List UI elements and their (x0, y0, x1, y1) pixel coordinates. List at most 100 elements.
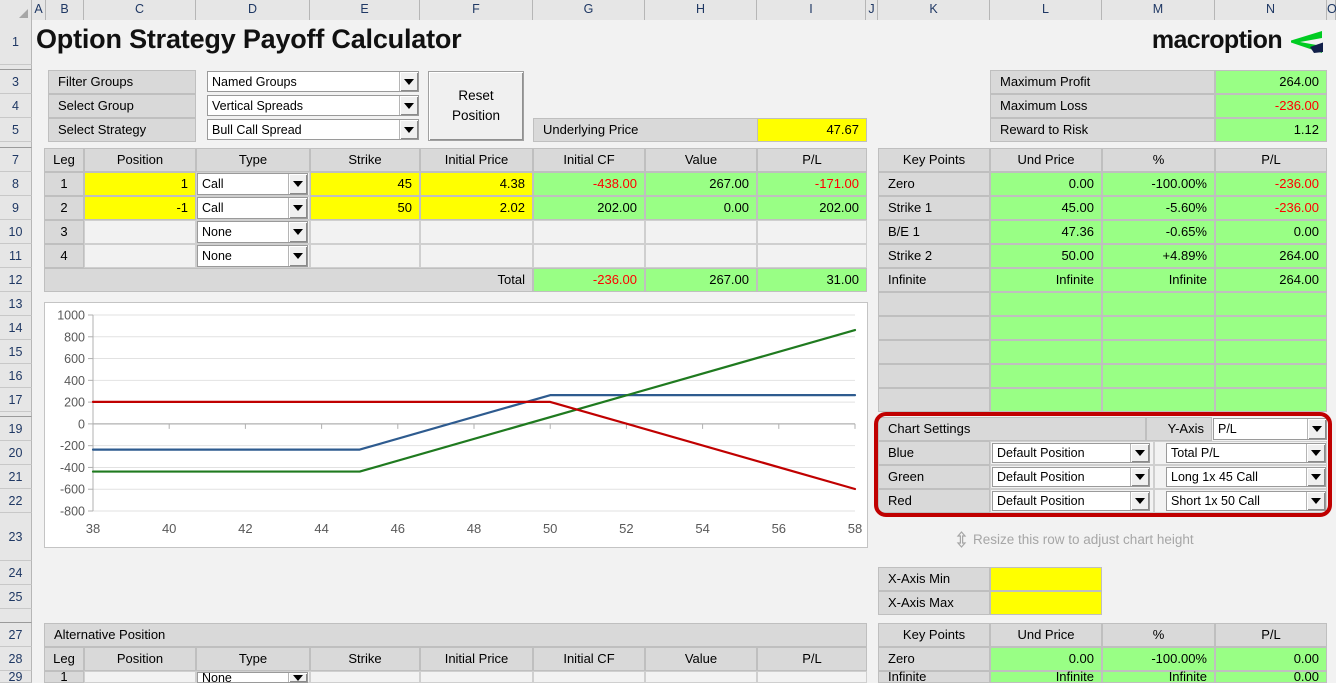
column-header-m[interactable]: M (1102, 0, 1215, 20)
series-position-dropdown-1[interactable]: Default Position (992, 467, 1150, 487)
column-header-n[interactable]: N (1215, 0, 1327, 20)
row-header-label: 4 (12, 99, 19, 113)
position-type-dropdown-0[interactable]: Call (197, 173, 308, 195)
payoff-chart-svg: -800 -600 -400 -200 0 200 400 600 800 1000 38 40 42 4… (57, 309, 862, 537)
filter-groups-label: Filter Groups (48, 70, 196, 94)
row-header-8[interactable]: 8 (0, 172, 32, 196)
row-header-20[interactable]: 20 (0, 441, 32, 465)
row-header-25[interactable]: 25 (0, 585, 32, 609)
alt-position-strike-0[interactable] (310, 671, 420, 683)
column-header-l[interactable]: L (990, 0, 1102, 20)
select-all-corner[interactable] (0, 0, 32, 20)
series-item-dropdown-1[interactable]: Long 1x 45 Call (1166, 467, 1326, 487)
column-header-i[interactable]: I (757, 0, 866, 20)
select-group-chevron-down-icon[interactable] (399, 96, 418, 115)
position-strike-2[interactable] (310, 220, 420, 244)
select-strategy-chevron-down-icon[interactable] (399, 120, 418, 139)
position-strike-0[interactable]: 45 (310, 172, 420, 196)
series-item-value-2: Short 1x 50 Call (1171, 494, 1260, 508)
row-header-7[interactable]: 7 (0, 148, 32, 172)
position-position-3[interactable] (84, 244, 196, 268)
row-header-1[interactable]: 1 (0, 20, 32, 65)
row-header-28[interactable]: 28 (0, 647, 32, 671)
alt-position-initial-price-0[interactable] (420, 671, 533, 683)
select-group-dropdown[interactable]: Vertical Spreads (207, 95, 419, 116)
key-points-bottom-r1-c0: Infinite (878, 669, 990, 684)
position-initial-price-0[interactable]: 4.38 (420, 172, 533, 196)
underlying-price-input[interactable]: 47.67 (757, 118, 867, 142)
series-item-chevron-down-icon-2[interactable] (1306, 492, 1325, 510)
position-position-1[interactable]: -1 (84, 196, 196, 220)
row-header-14[interactable]: 14 (0, 316, 32, 340)
column-header-c[interactable]: C (84, 0, 196, 20)
x-axis-min-input[interactable] (990, 567, 1102, 591)
row-header-4[interactable]: 4 (0, 94, 32, 118)
chart-x-tick-label-48: 48 (467, 521, 481, 536)
row-header-22[interactable]: 22 (0, 489, 32, 513)
row-header-24[interactable]: 24 (0, 561, 32, 585)
position-type-chevron-down-icon-2[interactable] (288, 222, 307, 242)
position-position-0[interactable]: 1 (84, 172, 196, 196)
position-type-dropdown-3[interactable]: None (197, 245, 308, 267)
position-initial-price-3[interactable] (420, 244, 533, 268)
series-item-dropdown-0[interactable]: Total P/L (1166, 443, 1326, 463)
row-header-3[interactable]: 3 (0, 70, 32, 94)
row-header-15[interactable]: 15 (0, 340, 32, 364)
series-position-chevron-down-icon-2[interactable] (1130, 492, 1149, 510)
spreadsheet: ABCDEFGHIJKLMNO 1 3 4 5 7 8 9 10 11 12 13 14 15 16 17 1… (0, 0, 1336, 685)
position-type-chevron-down-icon-1[interactable] (288, 198, 307, 218)
row-header-11[interactable]: 11 (0, 244, 32, 268)
row-header-21[interactable]: 21 (0, 465, 32, 489)
series-position-dropdown-2[interactable]: Default Position (992, 491, 1150, 511)
row-header-9[interactable]: 9 (0, 196, 32, 220)
row-header-12[interactable]: 12 (0, 268, 32, 292)
column-header-h[interactable]: H (645, 0, 757, 20)
position-type-dropdown-2[interactable]: None (197, 221, 308, 243)
row-header-29[interactable]: 29 (0, 671, 32, 683)
column-header-d[interactable]: D (196, 0, 310, 20)
series-position-chevron-down-icon-1[interactable] (1130, 468, 1149, 486)
filter-groups-dropdown[interactable]: Named Groups (207, 71, 419, 92)
reset-position-button[interactable]: Reset Position (428, 71, 524, 141)
row-header-23[interactable]: 23 (0, 513, 32, 561)
row-header-19[interactable]: 19 (0, 417, 32, 441)
position-type-chevron-down-icon-0[interactable] (288, 174, 307, 194)
column-header-k[interactable]: K (878, 0, 990, 20)
select-strategy-dropdown[interactable]: Bull Call Spread (207, 119, 419, 140)
column-header-g[interactable]: G (533, 0, 645, 20)
row-header-13[interactable]: 13 (0, 292, 32, 316)
alt-position-type-dropdown-0[interactable]: None (197, 671, 308, 685)
alt-position-type-chevron-down-icon-0[interactable] (288, 673, 307, 682)
series-position-dropdown-0[interactable]: Default Position (992, 443, 1150, 463)
row-header-5[interactable]: 5 (0, 118, 32, 142)
filter-groups-chevron-down-icon[interactable] (399, 72, 418, 91)
column-header-j[interactable]: J (866, 0, 878, 20)
row-header-16[interactable]: 16 (0, 364, 32, 388)
row-header-17[interactable]: 17 (0, 388, 32, 412)
x-axis-max-input[interactable] (990, 591, 1102, 615)
position-strike-1[interactable]: 50 (310, 196, 420, 220)
position-type-dropdown-1[interactable]: Call (197, 197, 308, 219)
row-header-10[interactable]: 10 (0, 220, 32, 244)
series-item-chevron-down-icon-0[interactable] (1306, 444, 1325, 462)
series-item-dropdown-2[interactable]: Short 1x 50 Call (1166, 491, 1326, 511)
position-strike-3[interactable] (310, 244, 420, 268)
alt-position-position-0[interactable] (84, 671, 196, 683)
position-initial-price-2[interactable] (420, 220, 533, 244)
y-axis-chevron-down-icon[interactable] (1307, 419, 1326, 439)
series-item-chevron-down-icon-1[interactable] (1306, 468, 1325, 486)
position-pl-2 (757, 220, 867, 244)
row-header-27[interactable]: 27 (0, 623, 32, 647)
column-header-b[interactable]: B (46, 0, 84, 20)
row-header-label: 11 (9, 249, 22, 263)
column-header-a[interactable]: A (32, 0, 46, 20)
caret (1311, 474, 1321, 480)
y-axis-dropdown[interactable]: P/L (1213, 418, 1327, 440)
series-position-chevron-down-icon-0[interactable] (1130, 444, 1149, 462)
column-header-f[interactable]: F (420, 0, 533, 20)
position-initial-price-1[interactable]: 2.02 (420, 196, 533, 220)
column-header-e[interactable]: E (310, 0, 420, 20)
position-position-2[interactable] (84, 220, 196, 244)
column-header-o[interactable]: O (1327, 0, 1336, 20)
position-type-chevron-down-icon-3[interactable] (288, 246, 307, 266)
